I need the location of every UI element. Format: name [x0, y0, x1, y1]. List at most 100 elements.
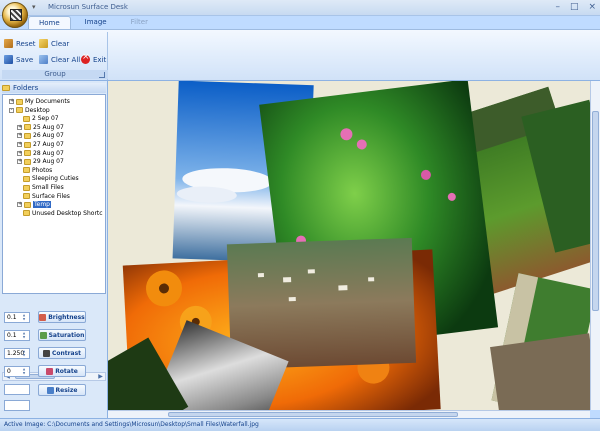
tree-node-label: Temp: [33, 201, 51, 209]
clear-label: Clear: [51, 39, 70, 48]
left-panel: Folders + My Documents - Desktop 2 Sep 07 +25…: [0, 81, 108, 418]
brightness-stepper[interactable]: 0.1: [4, 311, 30, 323]
tree-expander-icon[interactable]: -: [9, 107, 14, 113]
tree-expander-icon[interactable]: +: [9, 99, 14, 104]
resize-icon: [46, 386, 54, 394]
brightness-label: Brightness: [48, 313, 85, 321]
rotate-label: Rotate: [55, 367, 78, 375]
group-label: Group: [2, 70, 108, 79]
tree-node-label: 26 Aug 07: [33, 132, 64, 140]
group-launcher-icon[interactable]: [99, 72, 105, 78]
folder-tree[interactable]: + My Documents - Desktop 2 Sep 07 +25 Aug 07 +…: [2, 94, 106, 294]
folder-icon: [23, 167, 30, 174]
folders-header-label: Folders: [13, 84, 39, 92]
resize-width-input[interactable]: [4, 383, 30, 395]
window-controls: – □ ×: [555, 2, 596, 12]
folder-icon: [23, 115, 30, 122]
contrast-row: 1.250: [4, 347, 30, 359]
saturation-button[interactable]: Saturation: [38, 329, 86, 341]
ribbon: Reset Clear Save Clear All Exit Group: [0, 29, 600, 81]
brightness-row: 0.1: [4, 311, 30, 323]
contrast-stepper[interactable]: 1.250: [4, 347, 30, 359]
application-menu-button[interactable]: [2, 2, 28, 28]
brightness-button[interactable]: Brightness: [38, 311, 86, 323]
maximize-button[interactable]: □: [570, 2, 579, 12]
tab-image[interactable]: Image: [75, 16, 117, 30]
window-title: Microsun Surface Desk: [48, 3, 128, 11]
tree-node-label: Unused Desktop Shortc: [32, 209, 103, 217]
contrast-button[interactable]: Contrast: [38, 347, 86, 359]
save-label: Save: [16, 55, 34, 64]
brightness-icon: [39, 313, 47, 321]
folder-icon: [24, 201, 31, 208]
resize-height-row: [4, 399, 30, 411]
tree-expander-icon[interactable]: +: [17, 150, 22, 156]
tree-expander-icon[interactable]: +: [17, 159, 22, 165]
folder-icon: [24, 141, 31, 148]
folder-icon: [24, 132, 31, 139]
tree-expander-icon[interactable]: +: [17, 124, 22, 130]
tree-node-label: My Documents: [25, 98, 70, 105]
status-bar: Active Image: C:\Documents and Settings\…: [0, 418, 600, 431]
resize-width-row: [4, 383, 30, 395]
folders-header: Folders: [2, 83, 106, 93]
folder-icon: [24, 158, 31, 165]
tree-node-label: 25 Aug 07: [33, 123, 64, 131]
save-button[interactable]: Save: [4, 54, 33, 65]
saturation-row: 0.1: [4, 329, 30, 341]
rotate-row: 0: [4, 365, 30, 377]
folder-icon: [16, 98, 23, 105]
canvas-vertical-scrollbar[interactable]: [590, 81, 600, 410]
scroll-right-icon[interactable]: ▶: [96, 373, 105, 380]
minimize-button[interactable]: –: [555, 2, 560, 12]
folder-icon: [24, 150, 31, 157]
vertical-scroll-thumb[interactable]: [592, 111, 599, 311]
rotate-button[interactable]: Rotate: [38, 365, 86, 377]
resize-button[interactable]: Resize: [38, 384, 86, 396]
resize-height-input[interactable]: [4, 399, 30, 411]
tree-node[interactable]: Unused Desktop Shortc: [23, 209, 103, 218]
saturation-stepper[interactable]: 0.1: [4, 329, 30, 341]
tree-node-label: Photos: [32, 166, 53, 174]
close-button[interactable]: ×: [588, 2, 596, 12]
tree-expander-icon[interactable]: +: [17, 133, 22, 139]
ribbon-group: Reset Clear Save Clear All Exit Group: [2, 32, 108, 80]
tree-node-label: 27 Aug 07: [33, 141, 64, 148]
tab-home[interactable]: Home: [28, 16, 71, 30]
tab-filter[interactable]: Filter: [121, 16, 158, 30]
rotate-stepper[interactable]: 0: [4, 365, 30, 377]
clear-button[interactable]: Clear: [39, 38, 69, 49]
canvas-horizontal-scrollbar[interactable]: [108, 410, 590, 418]
contrast-label: Contrast: [51, 349, 82, 357]
folder-icon: [2, 85, 10, 91]
folder-icon: [24, 124, 31, 131]
ribbon-tabs: Home Image Filter: [28, 16, 158, 30]
app-logo-icon: [10, 9, 22, 21]
resize-label: Resize: [55, 386, 78, 394]
tree-node-label: 28 Aug 07: [33, 149, 64, 157]
folder-icon: [16, 107, 23, 114]
tree-expander-icon[interactable]: +: [17, 202, 22, 208]
tree-node-label: 2 Sep 07: [32, 115, 59, 123]
exit-icon: [81, 52, 90, 64]
tree-expander-icon[interactable]: +: [17, 142, 22, 147]
clear-all-button[interactable]: Clear All: [39, 54, 80, 65]
folder-icon: [23, 193, 30, 200]
exit-button[interactable]: Exit: [81, 52, 107, 65]
rotate-icon: [46, 367, 54, 375]
image-canvas[interactable]: [108, 81, 590, 410]
reset-icon: [4, 39, 13, 48]
contrast-icon: [42, 349, 50, 357]
clear-all-icon: [39, 55, 48, 64]
clear-icon: [39, 39, 48, 48]
tree-node-label: Small Files: [32, 184, 64, 191]
folder-icon: [23, 210, 30, 217]
tree-node-label: 29 Aug 07: [33, 158, 64, 166]
exit-label: Exit: [93, 55, 107, 64]
quick-access-dropdown[interactable]: ▾: [32, 3, 36, 11]
folder-icon: [23, 175, 30, 182]
folder-icon: [23, 184, 30, 191]
horizontal-scroll-thumb[interactable]: [168, 412, 458, 417]
tree-node-label: Desktop: [25, 106, 50, 114]
reset-button[interactable]: Reset: [4, 38, 36, 49]
